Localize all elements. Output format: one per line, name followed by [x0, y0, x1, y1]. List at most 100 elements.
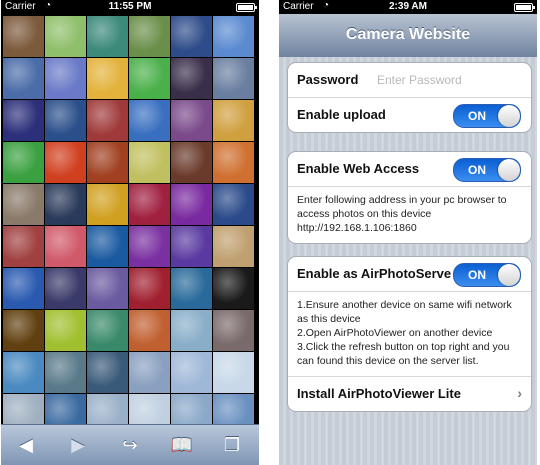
photo-thumbnail[interactable] [87, 58, 128, 99]
instruction-step-3: 3.Click the refresh button on top right … [297, 341, 510, 367]
chevron-right-icon: › [517, 385, 522, 401]
photo-thumbnail[interactable] [3, 226, 44, 267]
photo-thumbnail[interactable] [45, 142, 86, 183]
photo-thumbnail[interactable] [87, 310, 128, 351]
photo-thumbnail[interactable] [87, 142, 128, 183]
photo-thumbnail[interactable] [3, 58, 44, 99]
photo-thumbnail[interactable] [171, 100, 212, 141]
web-access-label: Enable Web Access [297, 161, 420, 176]
photo-thumbnail[interactable] [45, 352, 86, 393]
photo-thumbnail[interactable] [87, 352, 128, 393]
settings-group-airphoto: Enable as AirPhotoServe ON 1.Ensure anot… [287, 256, 532, 412]
photo-thumbnail[interactable] [45, 16, 86, 57]
photo-thumbnail[interactable] [213, 100, 254, 141]
photo-thumbnail[interactable] [129, 184, 170, 225]
right-phone-screen: Carrier ◔ 2:39 AM Camera Website Passwor… [279, 0, 537, 465]
browser-toolbar: ◀ ▶ ↪ 📖 ❐ [1, 424, 259, 465]
photo-thumbnail[interactable] [45, 268, 86, 309]
toggle-knob [498, 264, 520, 286]
tabs-icon[interactable]: ❐ [217, 433, 247, 457]
photo-thumbnail[interactable] [129, 142, 170, 183]
airphoto-row: Enable as AirPhotoServe ON [288, 257, 531, 292]
photo-thumbnail[interactable] [3, 142, 44, 183]
photo-thumbnail[interactable] [129, 310, 170, 351]
share-icon[interactable]: ↪ [115, 433, 145, 457]
toggle-state-label: ON [468, 268, 486, 282]
photo-thumbnail[interactable] [45, 100, 86, 141]
photo-thumbnail[interactable] [129, 226, 170, 267]
photo-thumbnail[interactable] [171, 268, 212, 309]
photo-grid [3, 16, 259, 435]
bookmarks-icon[interactable]: 📖 [167, 433, 197, 457]
photo-thumbnail[interactable] [213, 226, 254, 267]
toggle-state-label: ON [468, 163, 486, 177]
web-access-toggle[interactable]: ON [453, 158, 521, 182]
forward-icon[interactable]: ▶ [63, 433, 93, 457]
clock: 11:55 PM [108, 1, 152, 12]
nav-bar: Camera Website [279, 14, 537, 58]
install-airphotoviewer-label: Install AirPhotoViewer Lite [297, 386, 461, 401]
airphoto-instructions-row: 1.Ensure another device on same wifi net… [288, 292, 531, 377]
photo-thumbnail[interactable] [213, 310, 254, 351]
clock: 2:39 AM [389, 1, 427, 12]
instruction-step-2: 2.Open AirPhotoViewer on another device [297, 327, 493, 339]
photo-thumbnail[interactable] [3, 100, 44, 141]
enable-upload-toggle[interactable]: ON [453, 104, 521, 128]
photo-thumbnail[interactable] [129, 100, 170, 141]
web-access-note: Enter following address in your pc brows… [297, 194, 507, 234]
left-phone-screen: Carrier ◔ 11:55 PM ◀ ▶ ↪ 📖 ❐ [1, 0, 259, 465]
install-airphotoviewer-row[interactable]: Install AirPhotoViewer Lite › [288, 377, 531, 411]
photo-thumbnail[interactable] [171, 58, 212, 99]
photo-thumbnail[interactable] [129, 268, 170, 309]
photo-thumbnail[interactable] [45, 310, 86, 351]
photo-thumbnail[interactable] [171, 226, 212, 267]
settings-group-web-access: Enable Web Access ON Enter following add… [287, 151, 532, 244]
photo-thumbnail[interactable] [171, 142, 212, 183]
toggle-knob [498, 159, 520, 181]
airphoto-instructions: 1.Ensure another device on same wifi net… [288, 292, 531, 376]
enable-upload-row: Enable upload ON [288, 98, 531, 132]
photo-thumbnail[interactable] [213, 184, 254, 225]
photo-thumbnail[interactable] [171, 310, 212, 351]
photo-thumbnail[interactable] [129, 16, 170, 57]
toggle-state-label: ON [468, 109, 486, 123]
photo-thumbnail[interactable] [213, 16, 254, 57]
status-bar: Carrier ◔ 11:55 PM [1, 0, 259, 14]
photo-thumbnail[interactable] [87, 226, 128, 267]
photo-thumbnail[interactable] [213, 352, 254, 393]
photo-thumbnail[interactable] [45, 184, 86, 225]
photo-thumbnail[interactable] [213, 58, 254, 99]
airphoto-toggle[interactable]: ON [453, 263, 521, 287]
page-title: Camera Website [345, 26, 471, 43]
battery-icon [236, 3, 257, 12]
password-input[interactable]: Enter Password [377, 73, 462, 87]
toggle-knob [498, 105, 520, 127]
password-row: Password Enter Password [288, 63, 531, 98]
battery-icon [514, 3, 535, 12]
photo-thumbnail[interactable] [129, 352, 170, 393]
back-icon[interactable]: ◀ [11, 433, 41, 457]
photo-thumbnail[interactable] [45, 226, 86, 267]
photo-thumbnail[interactable] [87, 184, 128, 225]
photo-thumbnail[interactable] [213, 268, 254, 309]
photo-thumbnail[interactable] [171, 184, 212, 225]
photo-thumbnail[interactable] [3, 310, 44, 351]
photo-thumbnail[interactable] [87, 100, 128, 141]
photo-thumbnail[interactable] [3, 184, 44, 225]
photo-thumbnail[interactable] [171, 16, 212, 57]
photo-thumbnail[interactable] [3, 352, 44, 393]
settings-group-upload: Password Enter Password Enable upload ON [287, 62, 532, 133]
status-bar: Carrier ◔ 2:39 AM [279, 0, 537, 14]
photo-thumbnail[interactable] [87, 16, 128, 57]
photo-thumbnail[interactable] [171, 352, 212, 393]
web-access-row: Enable Web Access ON [288, 152, 531, 187]
photo-thumbnail[interactable] [129, 58, 170, 99]
photo-thumbnail[interactable] [3, 268, 44, 309]
instruction-step-1: 1.Ensure another device on same wifi net… [297, 299, 512, 325]
photo-thumbnail[interactable] [213, 142, 254, 183]
photo-thumbnail[interactable] [3, 16, 44, 57]
airphoto-label: Enable as AirPhotoServe [297, 266, 452, 281]
photo-thumbnail[interactable] [87, 268, 128, 309]
photo-thumbnail[interactable] [45, 58, 86, 99]
password-label: Password [297, 72, 359, 87]
